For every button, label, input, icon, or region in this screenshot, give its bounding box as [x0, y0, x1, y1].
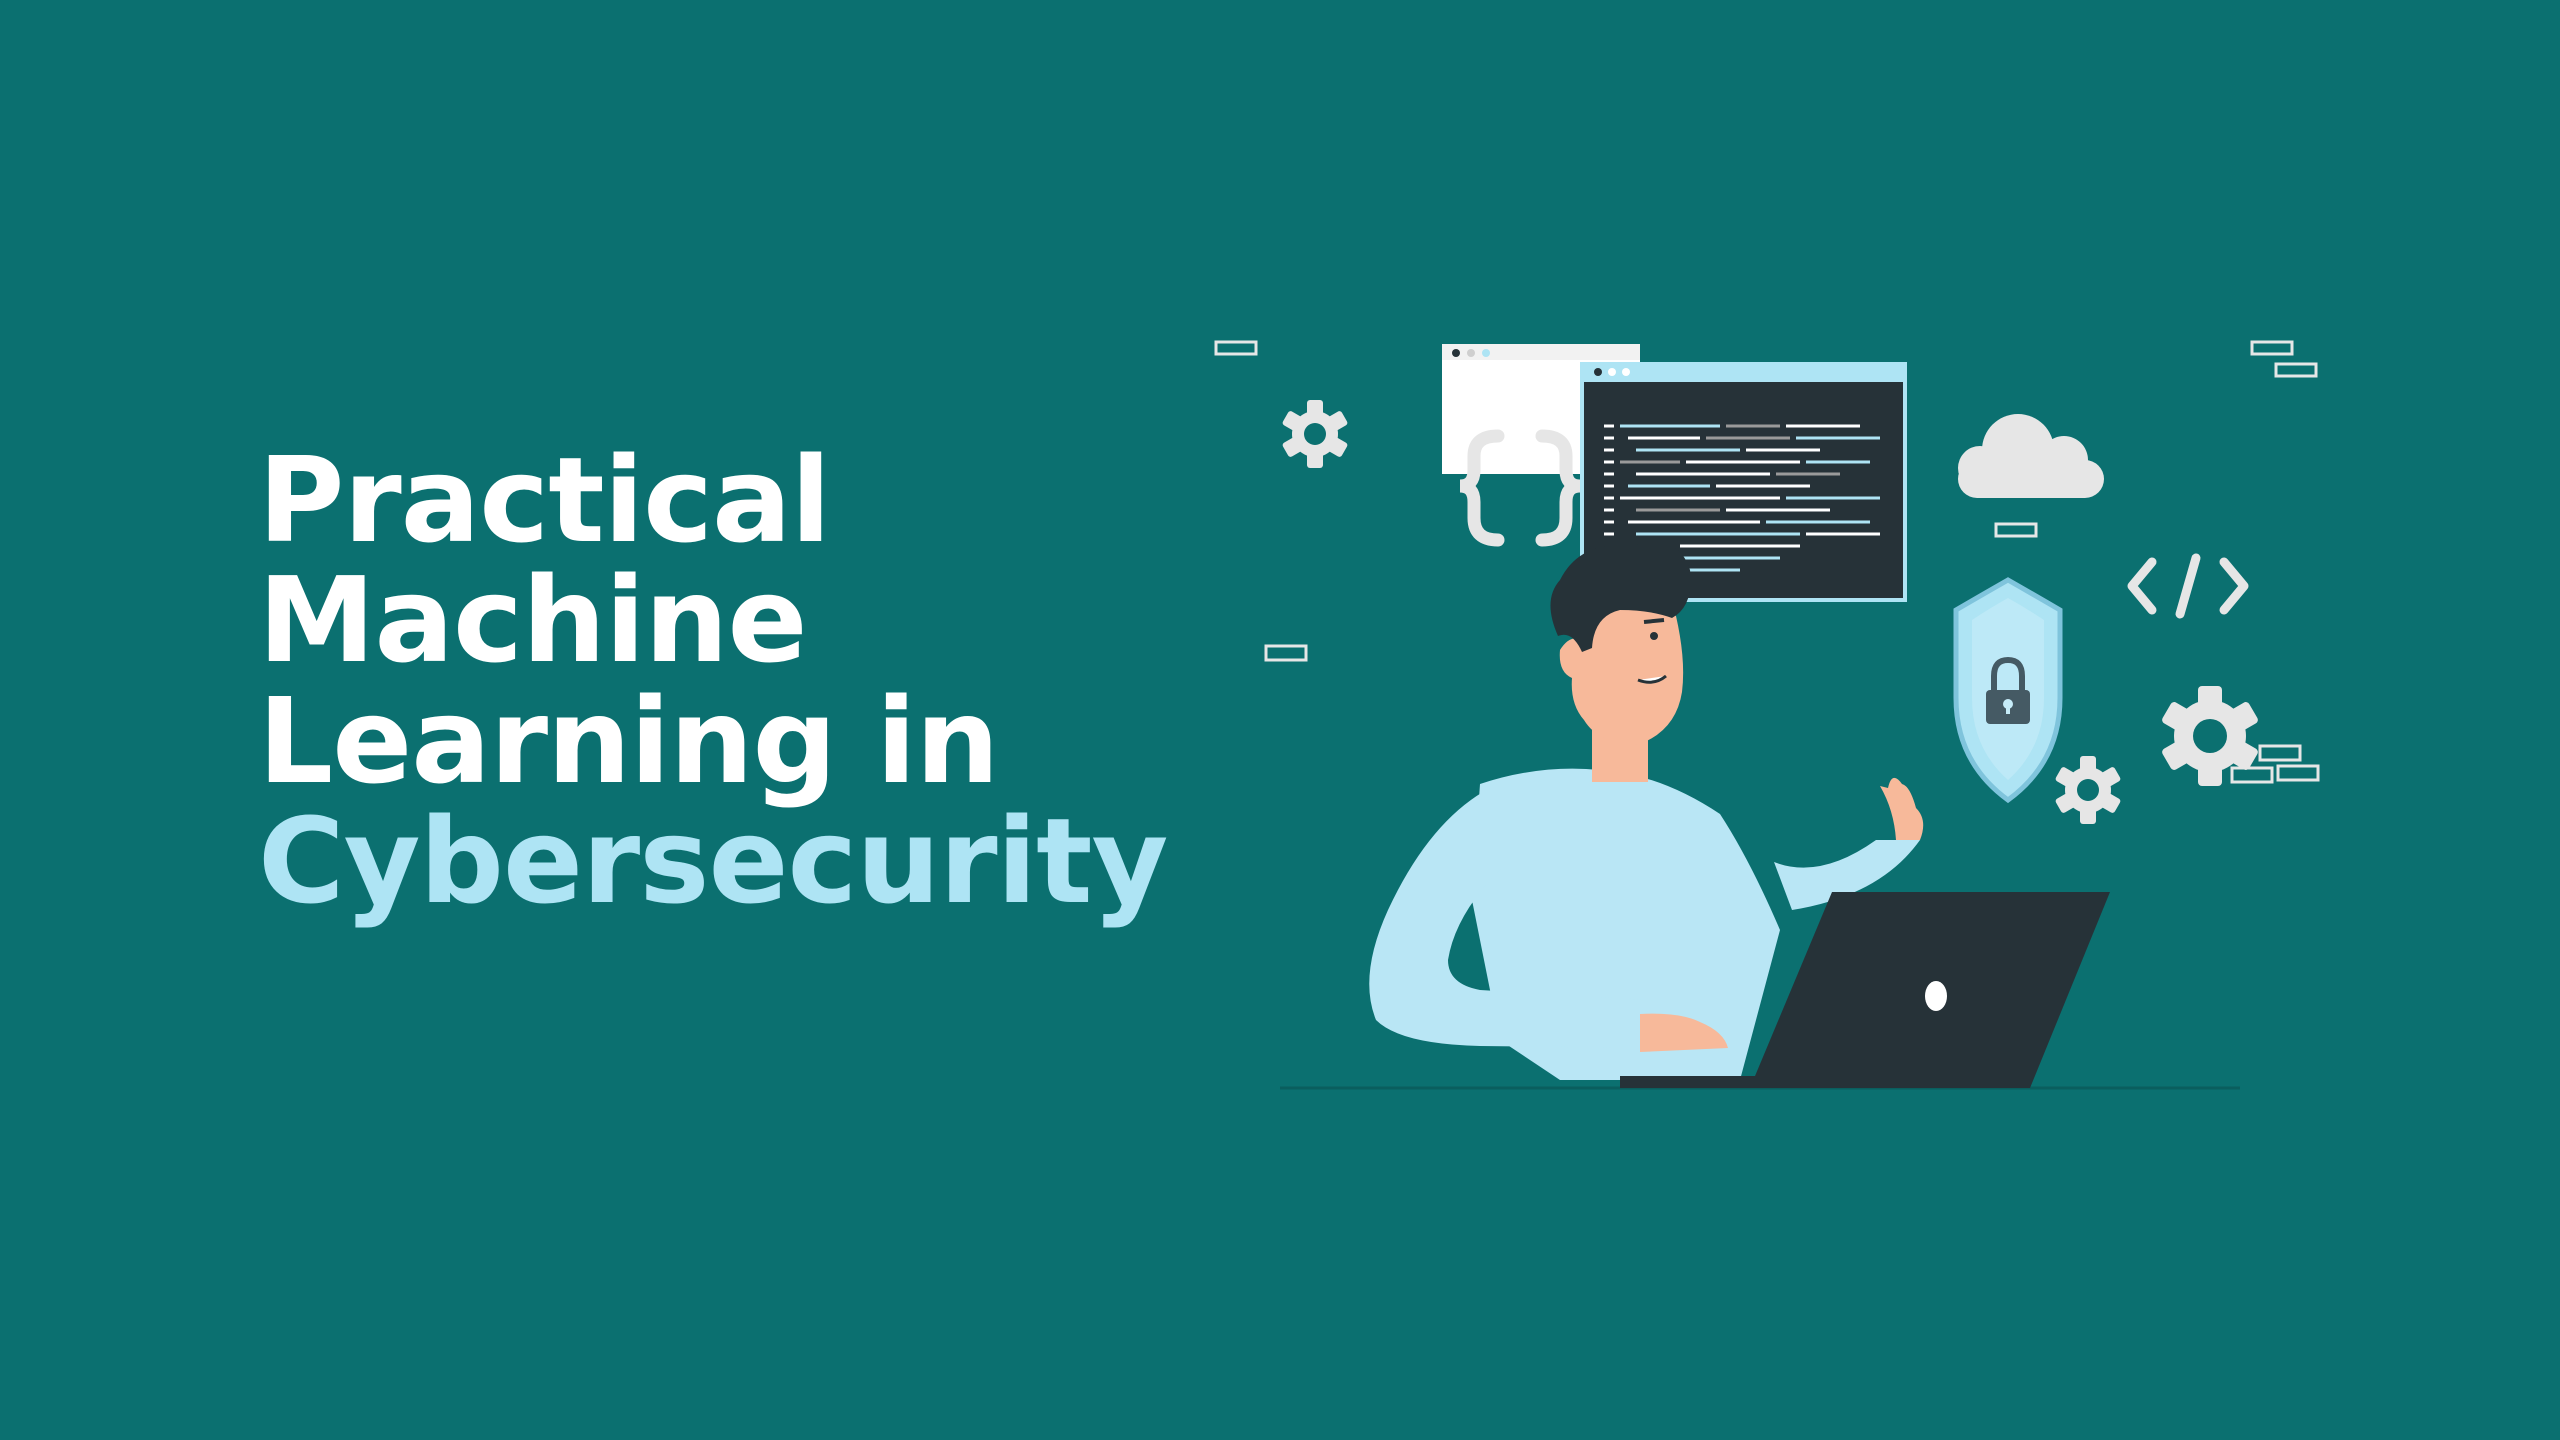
gear-icon [2162, 686, 2258, 786]
code-tag-icon [2127, 553, 2249, 619]
title-accent: Cybersecurity [258, 792, 1168, 931]
shield-lock-icon [1953, 577, 2063, 804]
cybersecurity-illustration [1214, 340, 2320, 1090]
title-line-1: Practical [258, 431, 831, 569]
gear-icon [2055, 756, 2121, 824]
banner-title: Practical Machine Learning in Cybersecur… [258, 431, 1168, 931]
title-line-3: Learning in [258, 671, 1000, 810]
gear-icon [1282, 400, 1348, 468]
title-line-2: Machine [258, 551, 808, 690]
cloud-icon [1958, 414, 2104, 498]
